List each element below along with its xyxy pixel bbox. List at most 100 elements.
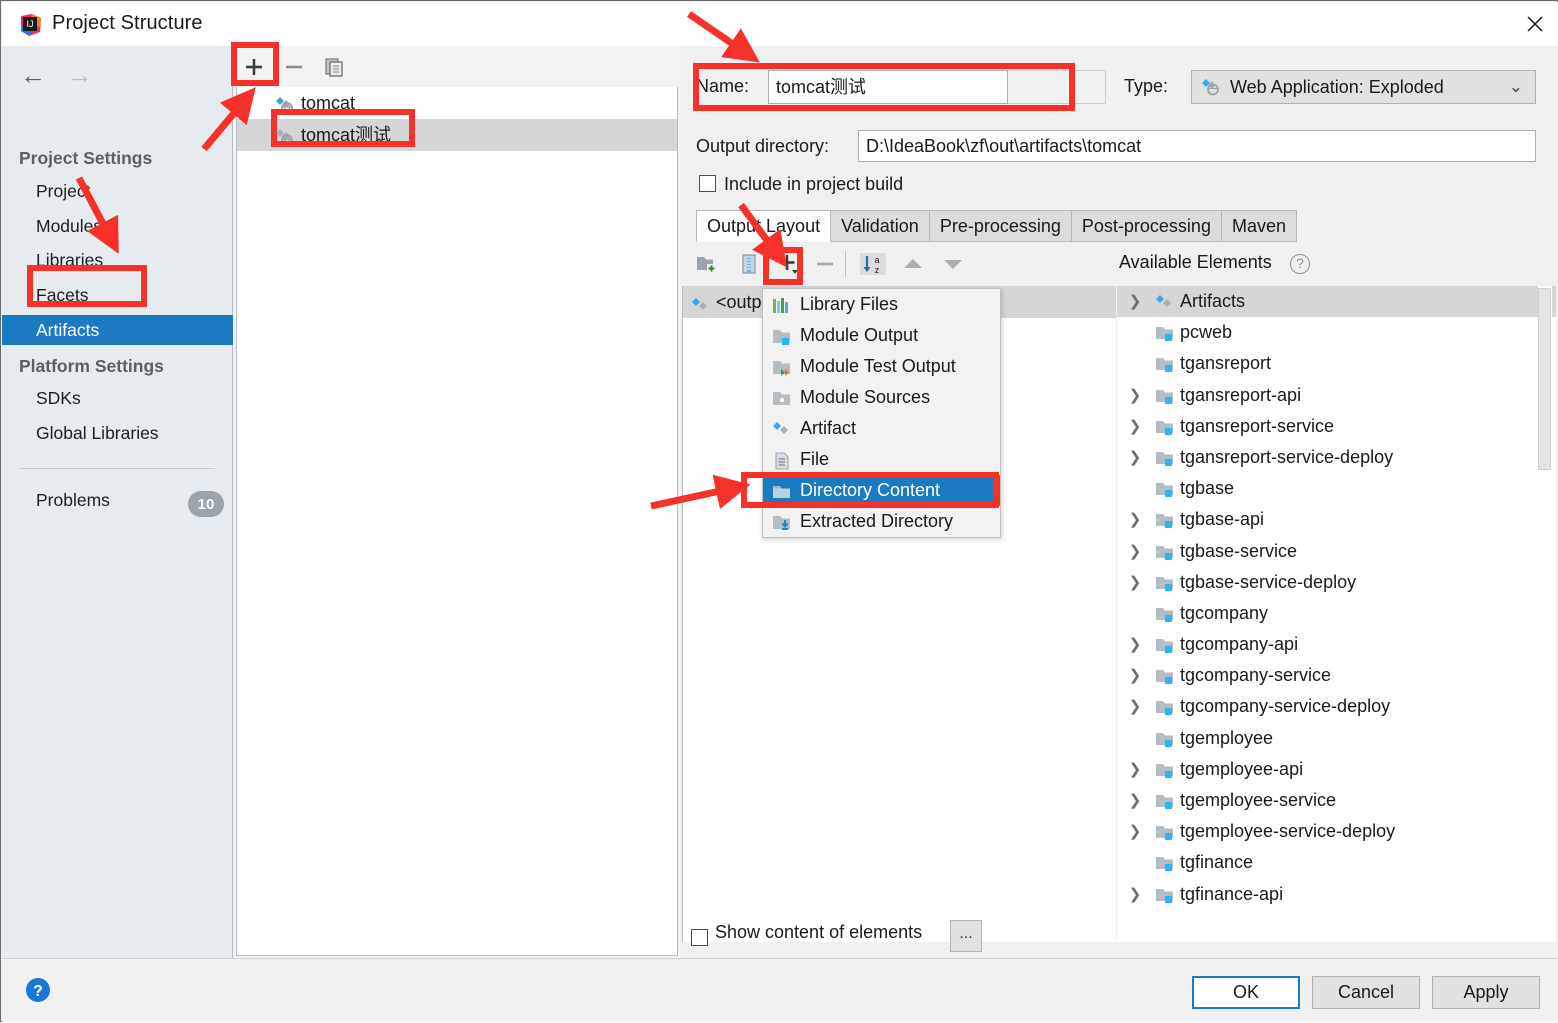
available-element-row[interactable]: tgbase [1117, 473, 1556, 504]
tab-validation[interactable]: Validation [830, 210, 929, 242]
sidebar-item-modules[interactable]: Modules [36, 216, 102, 237]
menu-item-library-files[interactable]: Library Files [763, 289, 1000, 320]
minus-icon[interactable] [810, 249, 840, 279]
available-element-row[interactable]: ❯ tgcompany-service [1117, 660, 1556, 691]
available-element-row[interactable]: tgfinance [1117, 847, 1556, 878]
chevron-right-icon[interactable]: ❯ [1127, 380, 1143, 411]
arrow-up-icon[interactable] [898, 249, 928, 279]
cancel-button[interactable]: Cancel [1312, 976, 1420, 1009]
arrow-right-icon[interactable]: → [58, 60, 100, 90]
scrollbar-thumb[interactable] [1538, 288, 1551, 470]
tab-output-layout[interactable]: Output Layout [696, 210, 831, 242]
arrow-left-icon[interactable]: ← [12, 60, 54, 90]
ok-button[interactable]: OK [1192, 976, 1300, 1009]
chevron-right-icon[interactable]: ❯ [1127, 442, 1143, 473]
chevron-right-icon[interactable]: ❯ [1127, 286, 1143, 317]
available-element-row[interactable]: ❯ tgcompany-api [1117, 629, 1556, 660]
help-icon[interactable]: ? [21, 973, 55, 1007]
available-element-label: tgemployee [1180, 727, 1274, 748]
add-artifact-button[interactable] [238, 51, 270, 83]
available-element-row[interactable]: ❯ tgfinance-api [1117, 879, 1556, 910]
chevron-right-icon[interactable]: ❯ [1127, 879, 1143, 910]
add-dropdown-icon[interactable] [774, 249, 804, 279]
artifact-icon [1155, 292, 1176, 311]
question-mark-icon[interactable]: ? [1290, 254, 1310, 274]
remove-artifact-button[interactable] [278, 51, 310, 83]
chevron-right-icon[interactable]: ❯ [1127, 567, 1143, 598]
available-element-row[interactable]: pcweb [1117, 317, 1556, 348]
available-element-row[interactable]: ❯ tgbase-api [1117, 504, 1556, 535]
svg-text:a: a [874, 255, 879, 265]
project-structure-dialog: IJ Project Structure ← → Project Setting… [0, 0, 1558, 1022]
type-select[interactable]: Web Application: Exploded ⌄ [1191, 70, 1536, 104]
available-element-label: tgcompany [1180, 602, 1269, 623]
create-archive-icon[interactable] [734, 249, 764, 279]
available-element-row[interactable]: ❯ tgbase-service [1117, 536, 1556, 567]
available-element-row[interactable]: tgcompany [1117, 598, 1556, 629]
show-content-checkbox[interactable] [691, 929, 708, 946]
sidebar-item-global-libraries[interactable]: Global Libraries [36, 423, 159, 444]
menu-item-extracted-directory[interactable]: Extracted Directory [763, 506, 1000, 537]
menu-item-directory-content[interactable]: Directory Content [763, 475, 1000, 506]
apply-button[interactable]: Apply [1432, 976, 1540, 1009]
more-options-button[interactable]: ... [950, 920, 982, 952]
menu-item-module-test-output[interactable]: Module Test Output [763, 351, 1000, 382]
arrow-down-icon[interactable] [938, 249, 968, 279]
sidebar-item-libraries[interactable]: Libraries [36, 250, 103, 271]
output-directory-label: Output directory: [696, 136, 830, 156]
available-element-row[interactable]: ❯ tgansreport-api [1117, 380, 1556, 411]
menu-item-artifact[interactable]: Artifact [763, 413, 1000, 444]
chevron-right-icon[interactable]: ❯ [1127, 816, 1143, 847]
list-item[interactable]: tomcat测试 [237, 119, 677, 151]
tab-post-processing[interactable]: Post-processing [1070, 210, 1221, 242]
sidebar-item-sdks[interactable]: SDKs [36, 388, 81, 409]
sidebar-item-facets[interactable]: Facets [36, 285, 89, 306]
list-item[interactable]: tomcat [237, 87, 677, 119]
available-element-row[interactable]: ❯ tgemployee-api [1117, 754, 1556, 785]
available-element-row[interactable]: ❯ Artifacts [1117, 286, 1556, 318]
available-element-label: tgansreport [1180, 353, 1272, 374]
copy-icon[interactable] [318, 51, 350, 83]
chevron-right-icon[interactable]: ❯ [1127, 411, 1143, 442]
available-elements-tree[interactable]: ❯ Artifacts pcweb tgansreport ❯ tgansreport-a… [1117, 286, 1556, 942]
available-element-row[interactable]: ❯ tgansreport-service [1117, 411, 1556, 442]
name-label: Name: [696, 76, 750, 96]
chevron-right-icon[interactable]: ❯ [1127, 691, 1143, 722]
add-element-menu[interactable]: Library Files Module Output Module Test … [762, 288, 1001, 538]
menu-item-module-sources[interactable]: Module Sources [763, 382, 1000, 413]
available-element-row[interactable]: ❯ tgbase-service-deploy [1117, 567, 1556, 598]
sort-az-icon[interactable]: a z [858, 249, 888, 279]
chevron-right-icon[interactable]: ❯ [1127, 536, 1143, 567]
chevron-right-icon[interactable]: ❯ [1127, 504, 1143, 535]
available-element-label: tgbase [1180, 478, 1235, 499]
module-output-icon [1155, 729, 1176, 748]
type-select-value: Web Application: Exploded [1230, 76, 1444, 97]
output-directory-input[interactable]: D:\IdeaBook\zf\out\artifacts\tomcat [858, 130, 1536, 162]
directory-content-icon [771, 481, 793, 501]
available-elements-scrollbar[interactable] [1538, 286, 1552, 942]
sidebar-item-problems[interactable]: Problems 10 [2, 490, 233, 518]
available-element-label: tgansreport-service [1180, 415, 1335, 436]
available-element-row[interactable]: tgemployee [1117, 723, 1556, 754]
sidebar-item-project[interactable]: Project [36, 181, 90, 202]
name-input[interactable]: tomcat测试 [768, 70, 1008, 104]
new-folder-icon[interactable] [692, 249, 722, 279]
available-element-row[interactable]: ❯ tgemployee-service-deploy [1117, 816, 1556, 847]
close-icon[interactable] [1512, 2, 1558, 46]
sidebar-item-artifacts[interactable]: Artifacts [2, 315, 233, 345]
tab-pre-processing[interactable]: Pre-processing [928, 210, 1071, 242]
menu-item-file[interactable]: File [763, 444, 1000, 475]
available-element-row[interactable]: tgansreport [1117, 348, 1556, 379]
available-element-row[interactable]: ❯ tgemployee-service [1117, 785, 1556, 816]
chevron-right-icon[interactable]: ❯ [1127, 660, 1143, 691]
tab-maven[interactable]: Maven [1220, 210, 1297, 242]
artifacts-list[interactable]: tomcat tomcat测试 [236, 87, 678, 956]
available-element-row[interactable]: ❯ tgansreport-service-deploy [1117, 442, 1556, 473]
menu-item-module-output[interactable]: Module Output [763, 320, 1000, 351]
include-in-build-checkbox[interactable] [699, 175, 716, 192]
chevron-right-icon[interactable]: ❯ [1127, 754, 1143, 785]
available-element-row[interactable]: ❯ tgcompany-service-deploy [1117, 691, 1556, 722]
chevron-right-icon[interactable]: ❯ [1127, 785, 1143, 816]
chevron-right-icon[interactable]: ❯ [1127, 629, 1143, 660]
available-element-label: tgbase-api [1180, 509, 1265, 530]
